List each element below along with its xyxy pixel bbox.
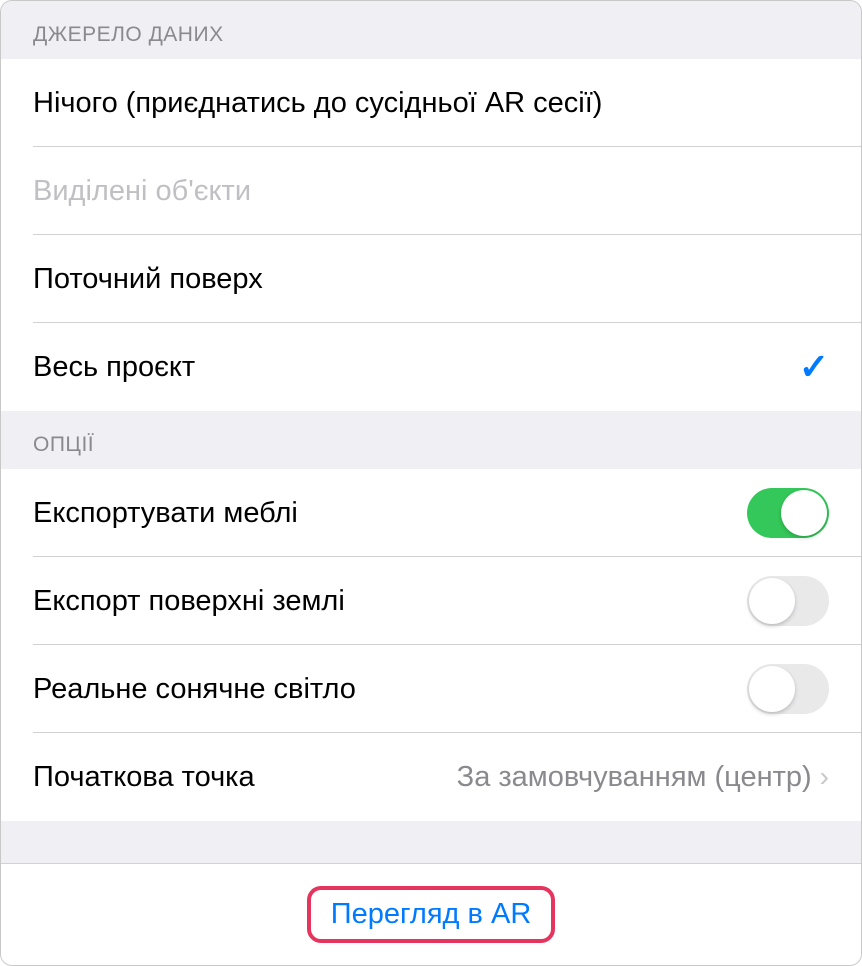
export-furniture-switch[interactable] [747, 488, 829, 538]
start-point-label: Початкова точка [33, 761, 255, 794]
option-selected-objects: Виділені об'єкти [1, 147, 861, 235]
option-current-floor[interactable]: Поточний поверх [1, 235, 861, 323]
switch-knob [749, 666, 795, 712]
data-source-list: Нічого (приєднатись до сусідньої AR сесі… [1, 59, 861, 411]
option-selected-label: Виділені об'єкти [33, 175, 251, 208]
option-whole-project[interactable]: Весь проєкт ✓ [1, 323, 861, 411]
checkmark-icon: ✓ [799, 346, 829, 388]
option-none[interactable]: Нічого (приєднатись до сусідньої AR сесі… [1, 59, 861, 147]
section-header-data-source: ДЖЕРЕЛО ДАНИХ [1, 1, 861, 59]
switch-knob [781, 490, 827, 536]
option-start-point[interactable]: Початкова точка За замовчуванням (центр)… [1, 733, 861, 821]
start-point-value: За замовчуванням (центр) [457, 761, 812, 794]
option-current-floor-label: Поточний поверх [33, 263, 263, 296]
footer: Перегляд в AR [1, 863, 861, 965]
export-ground-label: Експорт поверхні землі [33, 585, 345, 618]
spacer [1, 821, 861, 863]
chevron-right-icon: › [820, 761, 829, 793]
option-real-sunlight: Реальне сонячне світло [1, 645, 861, 733]
option-none-label: Нічого (приєднатись до сусідньої AR сесі… [33, 87, 602, 120]
option-export-ground: Експорт поверхні землі [1, 557, 861, 645]
options-list: Експортувати меблі Експорт поверхні земл… [1, 469, 861, 821]
option-whole-project-label: Весь проєкт [33, 351, 195, 384]
export-furniture-label: Експортувати меблі [33, 497, 298, 530]
real-sunlight-label: Реальне сонячне світло [33, 673, 356, 706]
option-export-furniture: Експортувати меблі [1, 469, 861, 557]
settings-panel: ДЖЕРЕЛО ДАНИХ Нічого (приєднатись до сус… [0, 0, 862, 966]
real-sunlight-switch[interactable] [747, 664, 829, 714]
section-header-options: ОПЦІЇ [1, 411, 861, 469]
export-ground-switch[interactable] [747, 576, 829, 626]
switch-knob [749, 578, 795, 624]
preview-ar-button[interactable]: Перегляд в AR [307, 886, 556, 943]
